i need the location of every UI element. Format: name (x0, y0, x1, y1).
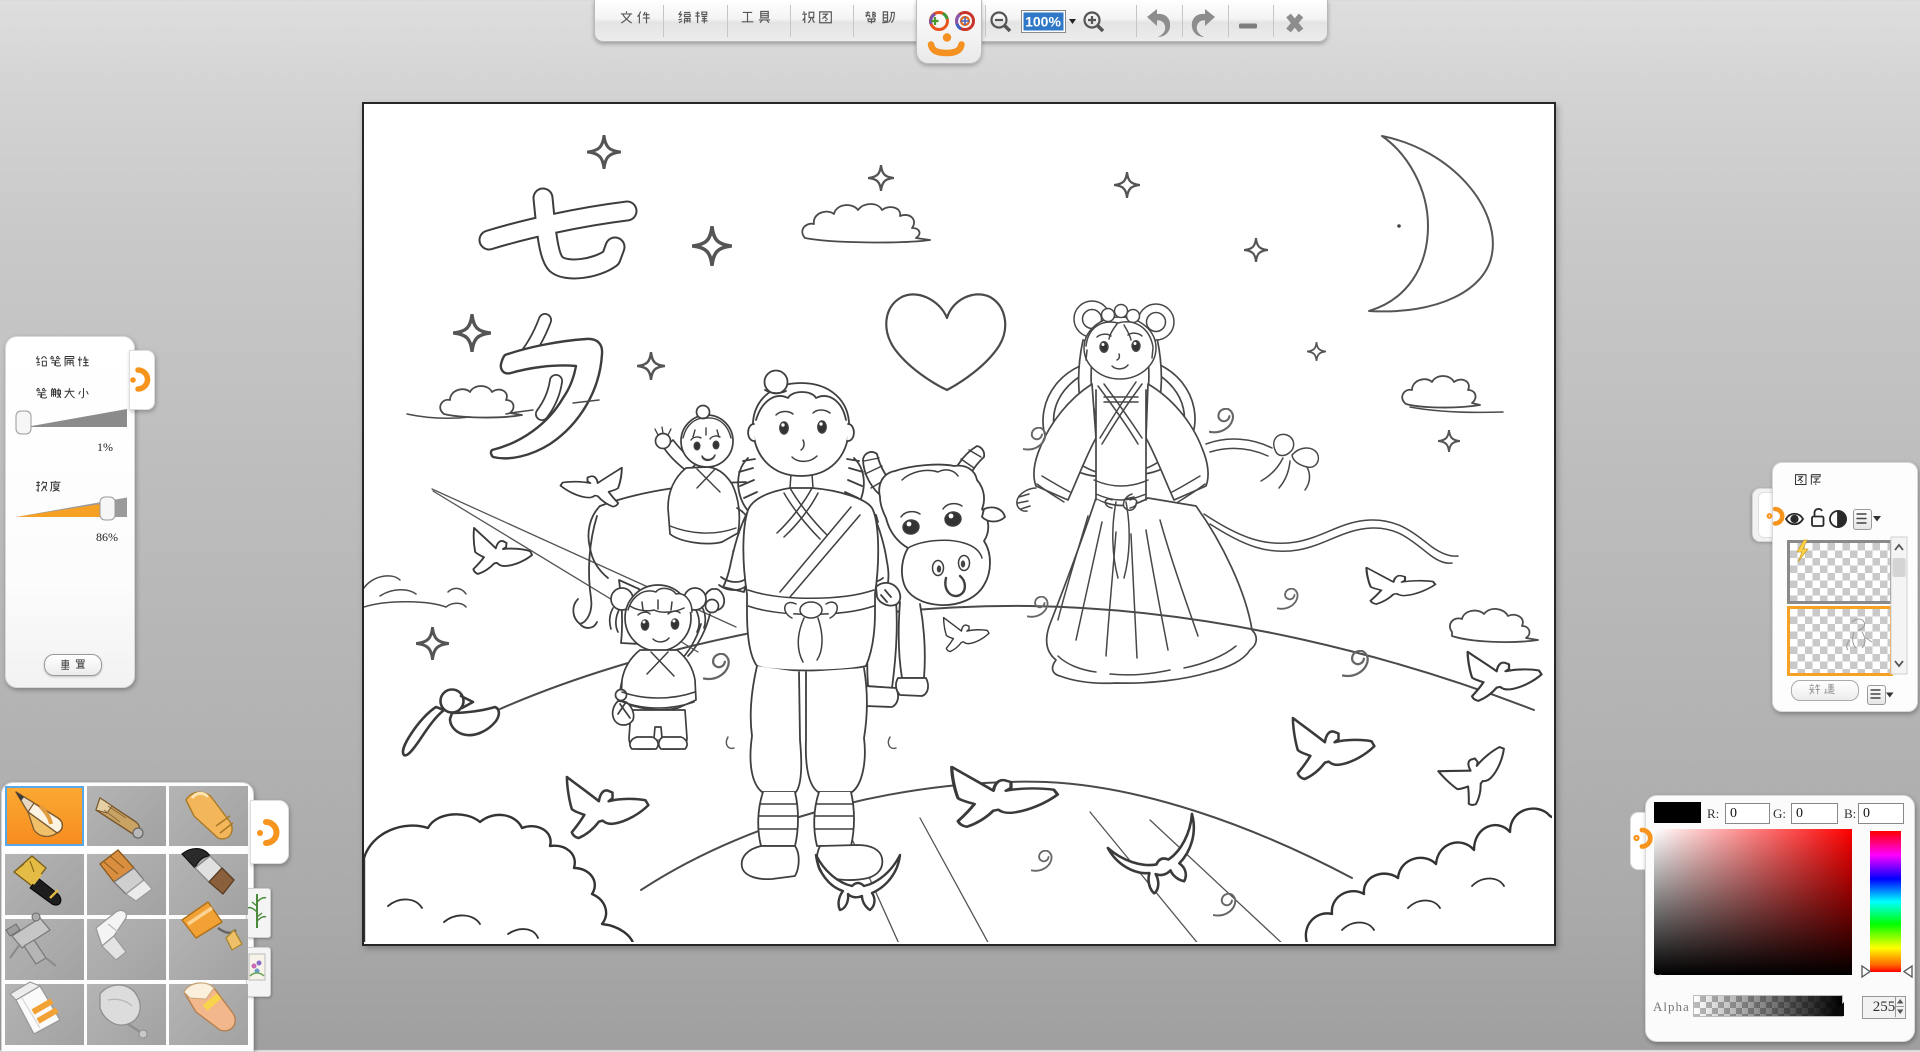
svg-text:100%: 100% (1025, 14, 1061, 30)
